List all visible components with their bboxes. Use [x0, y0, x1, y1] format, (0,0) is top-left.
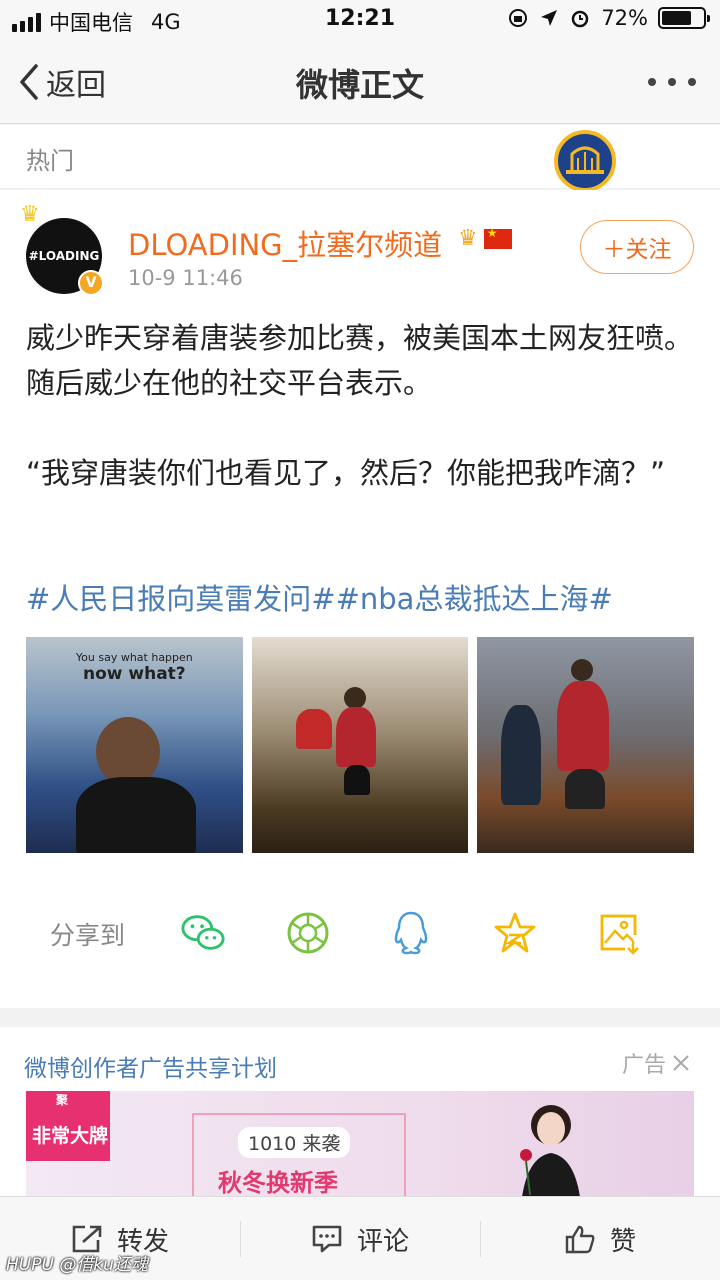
- ad-title[interactable]: 微博创作者广告共享计划: [24, 1049, 277, 1083]
- nav-bar: 返回 微博正文: [0, 40, 720, 124]
- comment-icon: [312, 1225, 342, 1253]
- watermark: HUPU @借ku还魂: [6, 1255, 148, 1275]
- post-card: #LOADING ♛ V DLOADING_拉塞尔频道 ♛ 10-9 11:46…: [0, 190, 720, 1008]
- share-label: 分享到: [50, 921, 126, 950]
- moments-icon[interactable]: [285, 910, 331, 956]
- post-photo[interactable]: You say what happen now what?: [26, 637, 243, 853]
- post-photo[interactable]: [477, 637, 695, 853]
- hot-label: 热门: [26, 147, 74, 175]
- post-photo[interactable]: [251, 637, 469, 853]
- more-options-icon[interactable]: [648, 78, 696, 86]
- post-hashtags[interactable]: #人民日报向莫雷发问##nba总裁抵达上海#: [26, 576, 613, 618]
- location-icon: [541, 10, 558, 26]
- post-text: 威少昨天穿着唐装参加比赛，被美国本土网友狂喷。随后威少在他的社交平台表示。 “我…: [26, 321, 694, 490]
- ad-promo-season: 秋冬换新季: [218, 1169, 338, 1197]
- qzone-icon[interactable]: [492, 910, 538, 956]
- ad-brand-name: 非常大牌: [32, 1125, 109, 1147]
- photo-caption-small: You say what happen: [75, 651, 193, 664]
- ad-card: 微博创作者广告共享计划 广告 聚 非常大牌 1010 来袭 秋冬换新季: [0, 1027, 720, 1197]
- ad-promo-date: 1010 来袭: [238, 1127, 351, 1158]
- share-row: 分享到: [0, 890, 720, 970]
- like-button[interactable]: 赞: [480, 1197, 720, 1280]
- china-flag-icon: [483, 226, 512, 249]
- orientation-lock-icon: [509, 9, 528, 27]
- battery-percent: 72%: [601, 6, 648, 30]
- comment-label: 评论: [356, 1226, 409, 1257]
- close-icon[interactable]: [672, 1054, 690, 1072]
- battery-icon: [658, 7, 710, 29]
- qq-icon[interactable]: [388, 910, 434, 956]
- follow-button[interactable]: ＋关注: [580, 220, 694, 274]
- vip-crown-icon: ♛: [458, 226, 478, 251]
- ad-label: 广告: [621, 1053, 666, 1078]
- ad-banner[interactable]: 聚 非常大牌 1010 来袭 秋冬换新季: [26, 1091, 694, 1197]
- wechat-icon[interactable]: [180, 910, 226, 956]
- comment-button[interactable]: 评论: [240, 1197, 480, 1280]
- avatar-text: #LOADING: [28, 249, 100, 263]
- crown-icon: ♛: [20, 202, 40, 227]
- ad-tag[interactable]: 广告: [622, 1047, 690, 1079]
- photo-caption-big: now what?: [82, 664, 186, 684]
- status-bar: 中国电信 4G 12:21 72%: [0, 0, 720, 40]
- user-name[interactable]: DLOADING_拉塞尔频道: [128, 222, 442, 264]
- thumbs-up-icon: [565, 1225, 595, 1254]
- verified-icon: V: [78, 270, 104, 296]
- ad-model-image: [520, 1105, 580, 1197]
- ad-brand: 聚 非常大牌: [26, 1091, 110, 1161]
- team-logo-icon[interactable]: [554, 130, 616, 192]
- like-label: 赞: [609, 1226, 636, 1257]
- ad-brand-top: 聚: [56, 1093, 69, 1107]
- page-title: 微博正文: [295, 66, 424, 104]
- post-time: 10-9 11:46: [128, 266, 243, 290]
- alarm-icon: [572, 10, 589, 28]
- save-image-icon[interactable]: [596, 910, 642, 956]
- photo-grid: You say what happen now what?: [26, 637, 695, 853]
